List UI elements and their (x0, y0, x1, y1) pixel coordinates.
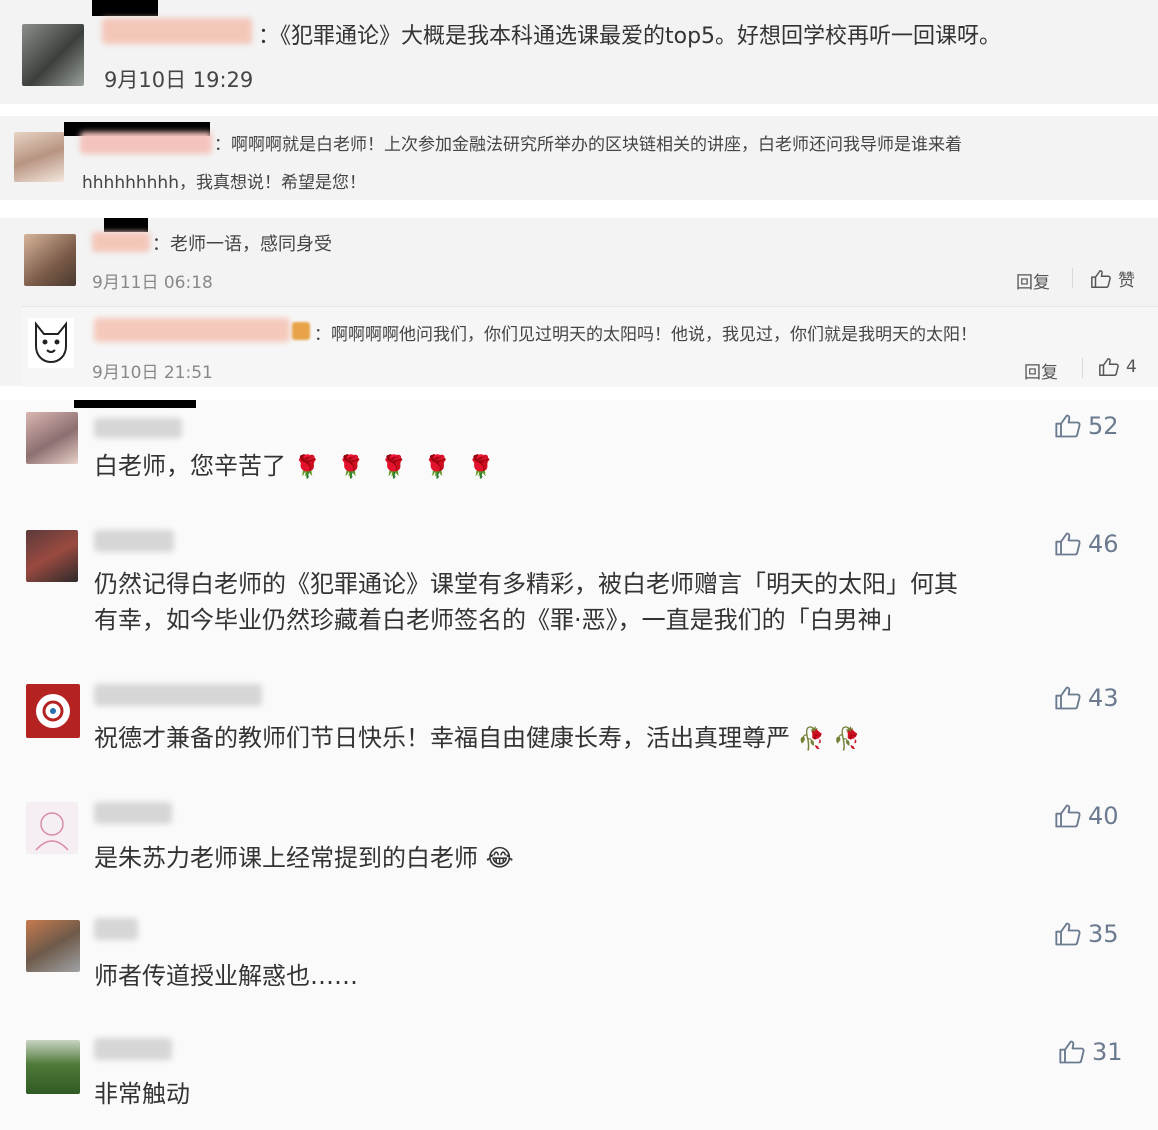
rose-emoji: 🌹🌹🌹🌹🌹 (293, 455, 511, 480)
like-count: 4 (1126, 357, 1137, 377)
like-count: 31 (1092, 1038, 1123, 1066)
like-button[interactable]: 31 (1058, 1038, 1123, 1066)
reply-button[interactable]: 回复 (1016, 268, 1050, 293)
avatar[interactable] (26, 1040, 80, 1094)
comment-time: 9月10日 19:29 (104, 68, 254, 92)
laughing-emoji: 😂 (485, 844, 514, 872)
comment-text: 师者传道授业解惑也…… (94, 962, 358, 990)
username-blurred[interactable] (94, 918, 138, 940)
username-blurred[interactable] (94, 418, 182, 438)
avatar[interactable] (28, 318, 74, 368)
comment-text: ：老师一语，感同身受 (152, 234, 332, 255)
divider (1082, 358, 1083, 378)
comment-text-line-1: 仍然记得白老师的《犯罪通论》课堂有多精彩，被白老师赠言「明天的太阳」何其 (94, 570, 958, 598)
comment-text-line-2: 有幸，如今毕业仍然珍藏着白老师签名的《罪·恶》，一直是我们的「白男神」 (94, 606, 906, 634)
comment-text-content: 白老师，您辛苦了 (94, 452, 286, 480)
like-button[interactable]: 52 (1054, 412, 1119, 440)
like-button[interactable]: 35 (1054, 920, 1119, 948)
sub-comment-time: 9月10日 21:51 (92, 363, 213, 383)
comment-text-content: 祝德才兼备的教师们节日快乐！幸福自由健康长寿，活出真理尊严 (94, 724, 790, 752)
thumbs-up-icon (1055, 414, 1081, 438)
thumbs-up-icon (1099, 358, 1119, 376)
avatar[interactable] (26, 684, 80, 738)
like-button[interactable]: 46 (1054, 530, 1119, 558)
avatar[interactable] (26, 802, 78, 854)
username-blurred[interactable] (102, 18, 252, 44)
like-button[interactable]: 43 (1054, 684, 1119, 712)
avatar[interactable] (14, 132, 64, 182)
comment-text: 白老师，您辛苦了 🌹🌹🌹🌹🌹 (94, 446, 511, 481)
username-blurred[interactable] (94, 684, 262, 706)
screenshot-4-comment-list: 白老师，您辛苦了 🌹🌹🌹🌹🌹 52 仍然记得白老师的《犯罪通论》课堂有多精彩，被… (0, 400, 1158, 1130)
like-count: 43 (1088, 684, 1119, 712)
emoji-blurred (292, 322, 310, 340)
comment-text: 祝德才兼备的教师们节日快乐！幸福自由健康长寿，活出真理尊严 🥀🥀 (94, 718, 868, 753)
username-blurred[interactable] (80, 132, 212, 154)
thumbs-up-icon (1091, 269, 1111, 288)
avatar[interactable] (26, 530, 78, 582)
comment-time: 9月11日 06:18 (92, 273, 213, 293)
like-count: 40 (1088, 802, 1119, 830)
like-count: 52 (1088, 412, 1119, 440)
like-button[interactable]: 赞 (1090, 266, 1135, 291)
thumbs-up-icon (1055, 532, 1081, 556)
avatar[interactable] (26, 412, 78, 464)
like-label: 赞 (1118, 271, 1135, 291)
divider (1072, 268, 1073, 288)
username-blurred[interactable] (94, 802, 172, 824)
thumbs-up-icon (1055, 922, 1081, 946)
like-button[interactable]: 40 (1054, 802, 1119, 830)
thumbs-up-icon (1055, 804, 1081, 828)
comment-text: 是朱苏力老师课上经常提到的白老师 😂 (94, 838, 514, 873)
comment-text-line-1: ：啊啊啊就是白老师！上次参加金融法研究所举办的区块链相关的讲座，白老师还问我导师… (214, 135, 962, 155)
screenshot-2: ：啊啊啊就是白老师！上次参加金融法研究所举办的区块链相关的讲座，白老师还问我导师… (0, 116, 1158, 200)
redaction-bar (92, 0, 158, 16)
screenshot-3: ：老师一语，感同身受 9月11日 06:18 回复 赞 ：啊啊啊啊他问我们，你们… (0, 218, 1158, 387)
username-blurred[interactable] (94, 1038, 172, 1060)
thumbs-up-icon (1059, 1040, 1085, 1064)
comment-text-line-2: hhhhhhhhh，我真想说！希望是您！ (82, 173, 366, 193)
username-blurred[interactable] (94, 530, 174, 552)
screenshot-1: ：《犯罪通论》大概是我本科通选课最爱的top5。好想回学校再听一回课呀。 9月1… (0, 0, 1158, 104)
redaction-bar (74, 400, 196, 408)
comment-text: ：《犯罪通论》大概是我本科通选课最爱的top5。好想回学校再听一回课呀。 (258, 24, 1002, 49)
avatar[interactable] (26, 920, 80, 972)
like-count: 35 (1088, 920, 1119, 948)
redaction-bar (104, 218, 148, 232)
thumbs-up-icon (1055, 686, 1081, 710)
username-blurred[interactable] (94, 318, 290, 342)
like-button[interactable]: 4 (1098, 356, 1137, 378)
sub-comment-text: ：啊啊啊啊他问我们，你们见过明天的太阳吗！他说，我见过，你们就是我明天的太阳！ (314, 325, 977, 345)
reply-button[interactable]: 回复 (1024, 358, 1058, 383)
comment-text-content: 是朱苏力老师课上经常提到的白老师 (94, 844, 478, 872)
like-count: 46 (1088, 530, 1119, 558)
avatar[interactable] (22, 24, 84, 86)
username-blurred[interactable] (92, 232, 150, 252)
wilted-rose-emoji: 🥀🥀 (797, 727, 869, 752)
comment-text: 非常触动 (94, 1080, 190, 1108)
avatar[interactable] (24, 234, 76, 286)
